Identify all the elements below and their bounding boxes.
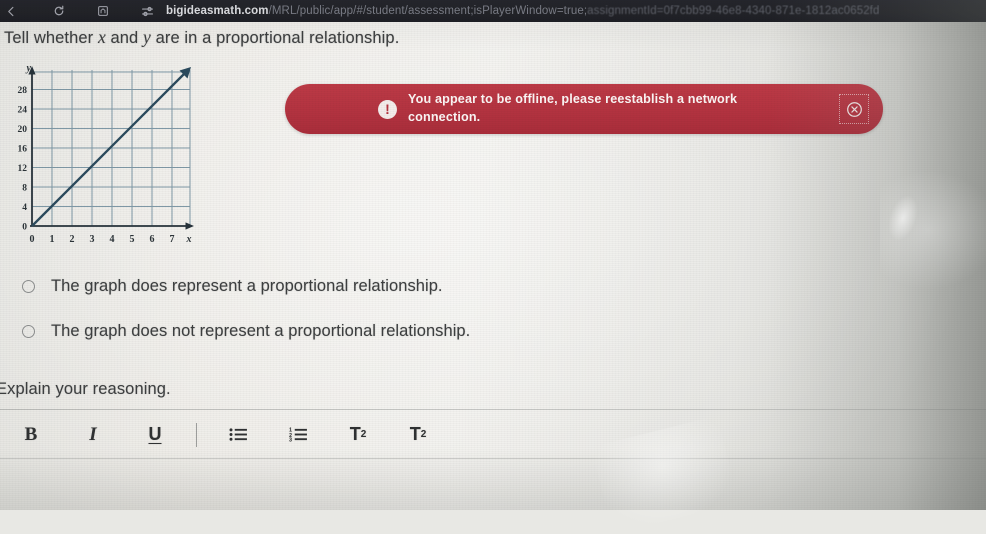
x-tick-labels: 0 1 2 3 4 5 6 7 — [30, 234, 175, 245]
choice-option-0[interactable]: The graph does represent a proportional … — [22, 277, 443, 296]
choice-option-1[interactable]: The graph does not represent a proportio… — [22, 322, 470, 341]
superscript-base: T — [349, 424, 361, 444]
svg-text:6: 6 — [150, 234, 155, 245]
answer-textarea[interactable] — [0, 458, 986, 510]
close-circle-icon[interactable] — [839, 94, 869, 124]
bold-button[interactable]: B — [14, 418, 48, 452]
y-axis-label: y — [26, 63, 32, 74]
superscript-button[interactable]: T2 — [341, 418, 375, 452]
exclamation-icon: ! — [378, 99, 397, 119]
x-axis-label: x — [186, 234, 192, 245]
editor-top-border — [0, 458, 986, 459]
back-icon[interactable] — [0, 0, 22, 22]
subscript-index: 2 — [420, 429, 427, 440]
svg-text:3: 3 — [90, 234, 95, 245]
subscript-base: T — [409, 424, 421, 444]
svg-text:5: 5 — [130, 234, 135, 245]
explain-label: Explain your reasoning. — [0, 380, 171, 398]
svg-text:0: 0 — [22, 223, 27, 233]
sliders-icon[interactable] — [136, 0, 158, 22]
editor-toolbar: B I U 1 2 3 T2 T2 — [0, 412, 986, 457]
reload-icon[interactable] — [48, 0, 70, 22]
svg-text:8: 8 — [22, 184, 27, 194]
variable-x: x — [97, 27, 106, 47]
bulleted-list-icon[interactable] — [221, 418, 255, 452]
coordinate-graph: 0 4 8 12 16 20 24 28 y 0 1 2 3 4 5 6 7 x — [2, 60, 198, 248]
svg-text:28: 28 — [18, 86, 28, 96]
url-path: /MRL/public/app/#/student/assessment;isP… — [268, 5, 588, 17]
svg-text:4: 4 — [22, 203, 27, 213]
svg-text:24: 24 — [18, 106, 28, 116]
url-query: assignmentId=0f7cbb99-46e8-4340-871e-181… — [587, 5, 880, 17]
numbered-list-icon[interactable]: 1 2 3 — [281, 418, 315, 452]
svg-text:20: 20 — [18, 125, 28, 135]
variable-y: y — [143, 27, 151, 47]
superscript-exponent: 2 — [360, 429, 367, 440]
svg-text:16: 16 — [18, 145, 28, 155]
offline-banner: ! You appear to be offline, please reest… — [285, 84, 883, 134]
banner-message: You appear to be offline, please reestab… — [408, 92, 738, 124]
screen-glare-secondary — [880, 170, 986, 290]
subscript-button[interactable]: T2 — [401, 418, 435, 452]
browser-chrome: bigideasmath.com/MRL/public/app/#/studen… — [0, 0, 986, 22]
radio-icon[interactable] — [22, 325, 35, 338]
screen-smudge — [883, 192, 923, 244]
home-icon[interactable] — [92, 0, 114, 22]
y-tick-labels: 0 4 8 12 16 20 24 28 — [18, 86, 28, 233]
page-surface: bigideasmath.com/MRL/public/app/#/studen… — [0, 0, 986, 534]
page-title: Tell whether x and y are in a proportion… — [4, 27, 399, 48]
svg-text:1: 1 — [50, 234, 55, 245]
svg-text:0: 0 — [30, 234, 35, 245]
svg-text:4: 4 — [110, 234, 115, 245]
choice-label-1: The graph does not represent a proportio… — [51, 322, 471, 340]
prompt-text-after: are in a proportional relationship. — [150, 29, 400, 47]
svg-text:12: 12 — [18, 164, 28, 174]
radio-icon[interactable] — [22, 280, 35, 293]
choice-label-0: The graph does represent a proportional … — [51, 277, 443, 295]
data-line — [31, 72, 186, 227]
url-host: bigideasmath.com — [166, 5, 269, 17]
prompt-text-before: Tell whether — [4, 29, 98, 47]
svg-text:7: 7 — [170, 234, 175, 245]
underline-button[interactable]: U — [138, 418, 172, 452]
address-bar[interactable]: bigideasmath.com/MRL/public/app/#/studen… — [166, 5, 879, 17]
toolbar-divider — [0, 409, 986, 410]
svg-text:2: 2 — [70, 234, 75, 245]
prompt-text-mid: and — [105, 29, 144, 47]
graph-svg: 0 4 8 12 16 20 24 28 y 0 1 2 3 4 5 6 7 x — [18, 63, 194, 245]
svg-text:3: 3 — [289, 438, 292, 442]
toolbar-separator — [196, 422, 197, 447]
italic-button[interactable]: I — [76, 418, 110, 452]
